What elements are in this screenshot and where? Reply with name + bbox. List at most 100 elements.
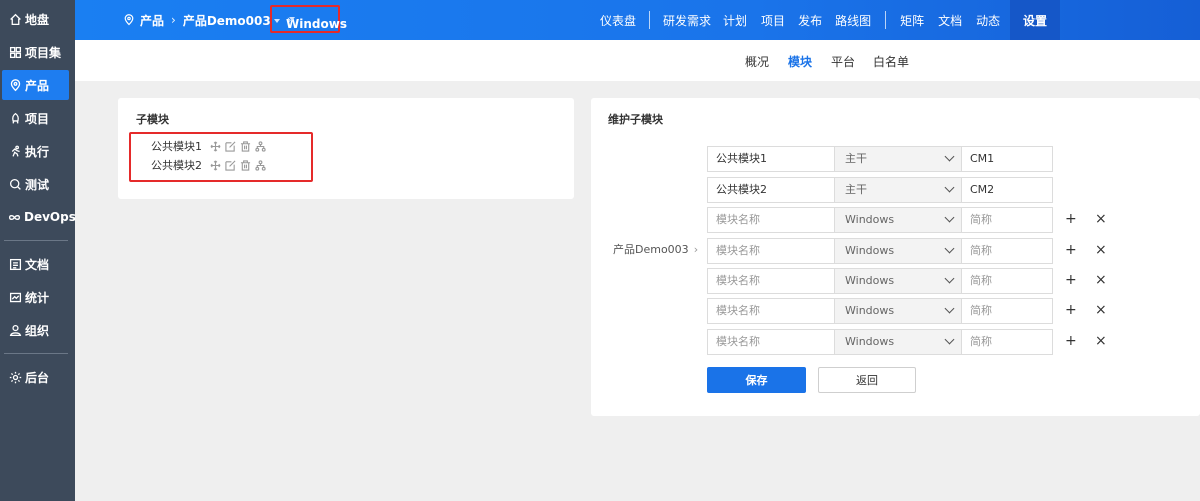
sidebar-divider	[4, 240, 68, 241]
branch-select[interactable]: Windows	[834, 268, 962, 294]
short-name-input[interactable]: 简称	[961, 268, 1053, 294]
remove-row-icon[interactable]: ×	[1095, 333, 1107, 349]
module-name-input[interactable]: 公共模块1	[707, 146, 835, 172]
breadcrumb-separator-icon: ›	[171, 13, 176, 27]
nav-matrix[interactable]: 矩阵	[900, 12, 924, 29]
sidebar-item-label: 产品	[25, 78, 50, 93]
grid-icon	[8, 45, 22, 59]
branch-select-value: Windows	[845, 335, 895, 348]
sidebar-item-test[interactable]: 测试	[2, 169, 69, 199]
sidebar-item-org[interactable]: 组织	[2, 315, 69, 345]
sidebar-item-devops[interactable]: DevOps	[2, 202, 76, 232]
submodule-tree-icon[interactable]	[254, 159, 267, 172]
edit-icon[interactable]	[224, 140, 237, 153]
chevron-down-icon	[944, 273, 955, 284]
sidebar-item-home[interactable]: 地盘	[2, 4, 69, 34]
top-bar: 产品 › 产品Demo003 › Windows 仪表盘 研发需求 计划 项目 …	[75, 0, 1200, 40]
sidebar-item-project[interactable]: 项目	[2, 103, 69, 133]
infinity-icon	[8, 210, 21, 224]
list-item: 公共模块1	[151, 138, 269, 154]
nav-settings[interactable]: 设置	[1010, 0, 1060, 40]
sidebar-item-label: 项目	[25, 111, 50, 126]
nav-divider	[885, 11, 887, 29]
branch-select[interactable]: Windows	[834, 238, 962, 264]
run-icon	[8, 144, 22, 158]
nav-plan[interactable]: 计划	[723, 12, 747, 29]
module-name-input[interactable]: 模块名称	[707, 268, 835, 294]
product-icon	[8, 78, 22, 92]
module-name-input[interactable]: 模块名称	[707, 238, 835, 264]
add-row-icon[interactable]: +	[1065, 272, 1077, 288]
test-icon	[8, 177, 22, 191]
sidebar-item-execution[interactable]: 执行	[2, 136, 69, 166]
delete-icon[interactable]	[239, 159, 252, 172]
add-row-icon[interactable]: +	[1065, 211, 1077, 227]
back-button[interactable]: 返回	[818, 367, 916, 393]
move-icon[interactable]	[209, 159, 222, 172]
remove-row-icon[interactable]: ×	[1095, 242, 1107, 258]
nav-requirements[interactable]: 研发需求	[663, 12, 711, 29]
short-name-input[interactable]: 简称	[961, 298, 1053, 324]
tab-overview[interactable]: 概况	[745, 53, 769, 70]
sidebar-item-label: 组织	[25, 323, 50, 338]
tab-whitelist[interactable]: 白名单	[873, 53, 909, 70]
module-name[interactable]: 公共模块2	[151, 157, 202, 173]
sidebar-item-label: 文档	[25, 257, 50, 272]
home-icon	[8, 12, 22, 26]
parent-product-label: 产品Demo003 ›	[613, 241, 698, 257]
sidebar-item-product[interactable]: 产品	[2, 70, 69, 100]
short-name-input[interactable]: 简称	[961, 207, 1053, 233]
tab-platforms[interactable]: 平台	[831, 53, 855, 70]
submodule-tree-icon[interactable]	[254, 140, 267, 153]
sidebar-item-admin[interactable]: 后台	[2, 362, 69, 392]
module-name-input[interactable]: 模块名称	[707, 207, 835, 233]
short-name-input[interactable]: 简称	[961, 329, 1053, 355]
branch-select[interactable]: Windows	[834, 298, 962, 324]
sidebar-item-docs[interactable]: 文档	[2, 249, 69, 279]
breadcrumb-platform-label: Windows	[286, 17, 347, 31]
add-row-icon[interactable]: +	[1065, 333, 1077, 349]
remove-row-icon[interactable]: ×	[1095, 302, 1107, 318]
project-icon	[8, 111, 22, 125]
short-name-input[interactable]: 简称	[961, 238, 1053, 264]
remove-row-icon[interactable]: ×	[1095, 272, 1107, 288]
remove-row-icon[interactable]: ×	[1095, 211, 1107, 227]
nav-docs[interactable]: 文档	[938, 12, 962, 29]
branch-select[interactable]: Windows	[834, 207, 962, 233]
add-row-icon[interactable]: +	[1065, 302, 1077, 318]
top-nav: 仪表盘 研发需求 计划 项目 发布 路线图 矩阵 文档 动态	[600, 0, 1016, 40]
save-button[interactable]: 保存	[707, 367, 806, 393]
branch-select-value: Windows	[845, 213, 895, 226]
nav-release[interactable]: 发布	[798, 12, 822, 29]
breadcrumb-platform-switcher[interactable]: Windows	[270, 5, 347, 33]
module-name-input[interactable]: 模块名称	[707, 329, 835, 355]
product-icon	[123, 12, 140, 29]
breadcrumb-product-switcher[interactable]: 产品Demo003	[183, 12, 280, 29]
nav-roadmap[interactable]: 路线图	[835, 12, 871, 29]
module-name-input[interactable]: 公共模块2	[707, 177, 835, 203]
nav-dynamics[interactable]: 动态	[976, 12, 1000, 29]
sidebar-item-label: 地盘	[25, 12, 50, 27]
sub-nav: 概况 模块 平台 白名单	[75, 40, 1200, 81]
nav-project[interactable]: 项目	[761, 12, 785, 29]
sidebar-item-stats[interactable]: 统计	[2, 282, 69, 312]
delete-icon[interactable]	[239, 140, 252, 153]
branch-select[interactable]: 主干	[834, 146, 962, 172]
short-name-input[interactable]: CM2	[961, 177, 1053, 203]
move-icon[interactable]	[209, 140, 222, 153]
module-name[interactable]: 公共模块1	[151, 138, 202, 154]
list-item: 公共模块2	[151, 157, 269, 173]
nav-dashboard[interactable]: 仪表盘	[600, 12, 636, 29]
edit-icon[interactable]	[224, 159, 237, 172]
tab-modules[interactable]: 模块	[788, 53, 812, 70]
module-name-input[interactable]: 模块名称	[707, 298, 835, 324]
branch-select-value: Windows	[845, 274, 895, 287]
short-name-input[interactable]: CM1	[961, 146, 1053, 172]
sidebar-item-programs[interactable]: 项目集	[2, 37, 69, 67]
branch-select[interactable]: Windows	[834, 329, 962, 355]
add-row-icon[interactable]: +	[1065, 242, 1077, 258]
branch-select[interactable]: 主干	[834, 177, 962, 203]
chevron-down-icon	[944, 243, 955, 254]
breadcrumb-product-root[interactable]: 产品	[140, 12, 164, 29]
sidebar-item-label: 项目集	[25, 45, 62, 60]
